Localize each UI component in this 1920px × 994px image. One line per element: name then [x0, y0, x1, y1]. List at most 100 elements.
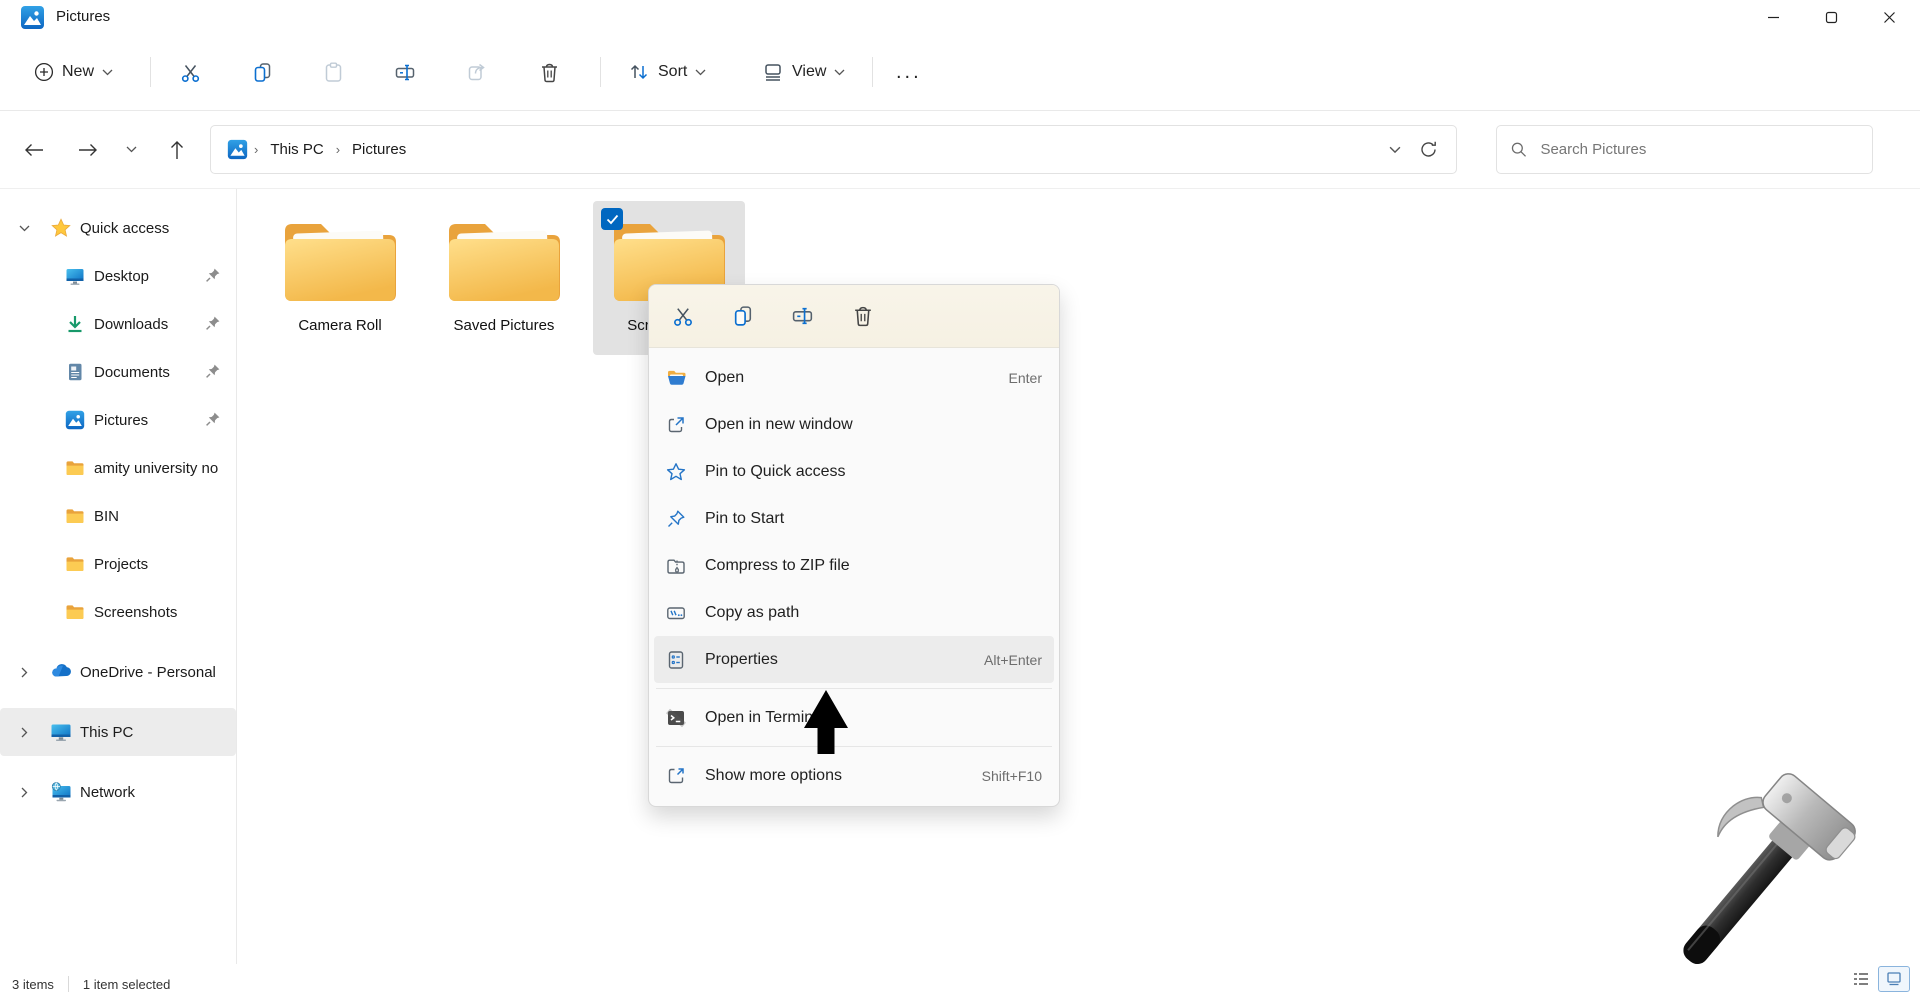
recent-locations-button[interactable]	[111, 130, 151, 170]
delete-button[interactable]	[527, 50, 571, 94]
folder-view: Camera Roll Saved Pictures Screenshots	[238, 189, 1920, 964]
breadcrumb-pictures[interactable]: Pictures	[344, 137, 414, 162]
rename-button[interactable]	[779, 294, 827, 338]
close-icon	[1883, 11, 1896, 24]
sidebar-item-projects[interactable]: Projects	[0, 540, 236, 588]
folder-icon	[443, 215, 565, 311]
cut-button[interactable]	[168, 50, 212, 94]
rename-icon	[791, 304, 815, 328]
cut-button[interactable]	[659, 294, 707, 338]
folder-icon	[64, 458, 86, 478]
open-folder-icon	[665, 367, 687, 388]
menu-item-copy-as-path[interactable]: Copy as path	[654, 589, 1054, 636]
address-bar[interactable]: › This PC › Pictures	[210, 125, 1457, 174]
search-icon	[1511, 141, 1526, 158]
sort-icon	[628, 61, 650, 83]
sidebar-item-screenshots[interactable]: Screenshots	[0, 588, 236, 636]
downloads-icon	[64, 314, 86, 334]
menu-item-compress-to-zip[interactable]: Compress to ZIP file	[654, 542, 1054, 589]
details-view-button[interactable]	[1852, 971, 1870, 987]
show-more-options-icon	[665, 766, 687, 786]
copy-icon	[251, 61, 274, 84]
see-more-button[interactable]: ...	[886, 50, 932, 94]
chevron-collapsed-icon[interactable]	[14, 727, 34, 738]
folder-name: Camera Roll	[298, 317, 381, 334]
cut-icon	[179, 61, 202, 84]
sidebar-item-documents[interactable]: Documents	[0, 348, 236, 396]
sidebar-item-onedrive[interactable]: OneDrive - Personal	[0, 648, 236, 696]
menu-item-pin-to-start[interactable]: Pin to Start	[654, 495, 1054, 542]
search-box[interactable]	[1496, 125, 1873, 174]
context-menu-items: Open Enter Open in new window Pin to Qui…	[649, 348, 1059, 806]
copy-button[interactable]	[240, 50, 284, 94]
arrow-left-icon	[24, 143, 44, 157]
view-button[interactable]: View	[752, 50, 855, 94]
sort-button[interactable]: Sort	[618, 50, 716, 94]
chevron-collapsed-icon[interactable]	[14, 787, 34, 798]
menu-separator	[656, 746, 1052, 747]
trash-icon	[538, 61, 561, 84]
folder-tile-camera-roll[interactable]: Camera Roll	[264, 201, 416, 355]
this-pc-icon	[50, 721, 72, 743]
forward-button[interactable]	[68, 130, 108, 170]
sidebar-item-downloads[interactable]: Downloads	[0, 300, 236, 348]
menu-item-show-more-options[interactable]: Show more options Shift+F10	[654, 752, 1054, 799]
folder-icon	[64, 554, 86, 574]
address-dropdown-icon[interactable]	[1389, 146, 1401, 154]
arrow-up-icon	[170, 140, 184, 160]
menu-item-pin-to-quick-access[interactable]: Pin to Quick access	[654, 448, 1054, 495]
details-view-icon	[1852, 971, 1870, 987]
folder-name: Saved Pictures	[454, 317, 555, 334]
command-toolbar: New Sort View	[0, 34, 1920, 111]
zip-folder-icon	[665, 556, 687, 576]
sidebar-item-pictures[interactable]: Pictures	[0, 396, 236, 444]
up-button[interactable]	[157, 130, 197, 170]
menu-item-properties[interactable]: Properties Alt+Enter	[654, 636, 1054, 683]
menu-item-open-in-new-window[interactable]: Open in new window	[654, 401, 1054, 448]
delete-button[interactable]	[839, 294, 887, 338]
star-icon	[50, 218, 72, 238]
pin-icon	[204, 266, 222, 284]
status-bar: 3 items 1 item selected	[0, 964, 1920, 994]
folder-icon	[64, 602, 86, 622]
sidebar-item-this-pc[interactable]: This PC	[0, 708, 236, 756]
rename-button[interactable]	[383, 50, 427, 94]
selection-checkbox[interactable]	[601, 208, 623, 230]
folder-icon	[64, 506, 86, 526]
chevron-expanded-icon[interactable]	[14, 225, 34, 232]
share-icon	[466, 61, 489, 84]
sidebar-item-bin[interactable]: BIN	[0, 492, 236, 540]
view-icon	[762, 61, 784, 83]
refresh-icon[interactable]	[1419, 140, 1438, 159]
back-button[interactable]	[14, 130, 54, 170]
context-menu-quick-actions	[649, 285, 1059, 348]
documents-icon	[64, 362, 86, 382]
properties-icon	[665, 650, 687, 670]
menu-item-open[interactable]: Open Enter	[654, 354, 1054, 401]
menu-separator	[656, 688, 1052, 689]
maximize-button[interactable]	[1802, 0, 1860, 34]
chevron-down-icon	[695, 69, 706, 76]
paste-button[interactable]	[311, 50, 355, 94]
share-button[interactable]	[455, 50, 499, 94]
plus-circle-icon	[34, 62, 54, 82]
sidebar-item-quick-access[interactable]: Quick access	[0, 204, 236, 252]
breadcrumb-chevron-icon: ›	[250, 142, 262, 157]
sidebar-item-desktop[interactable]: Desktop	[0, 252, 236, 300]
large-icons-view-button[interactable]	[1878, 966, 1910, 992]
menu-item-open-in-terminal[interactable]: Open in Terminal	[654, 694, 1054, 741]
window-title: Pictures	[56, 8, 110, 25]
paste-icon	[322, 61, 345, 84]
new-button[interactable]: New	[24, 50, 123, 94]
breadcrumb-this-pc[interactable]: This PC	[262, 137, 331, 162]
copy-button[interactable]	[719, 294, 767, 338]
minimize-button[interactable]	[1744, 0, 1802, 34]
chevron-collapsed-icon[interactable]	[14, 667, 34, 678]
rename-icon	[394, 61, 417, 84]
sidebar-item-network[interactable]: Network	[0, 768, 236, 816]
folder-tile-saved-pictures[interactable]: Saved Pictures	[428, 201, 580, 355]
close-button[interactable]	[1860, 0, 1918, 34]
title-bar: Pictures	[0, 0, 1920, 34]
sidebar-item-amity-university[interactable]: amity university no	[0, 444, 236, 492]
search-input[interactable]	[1538, 140, 1858, 159]
